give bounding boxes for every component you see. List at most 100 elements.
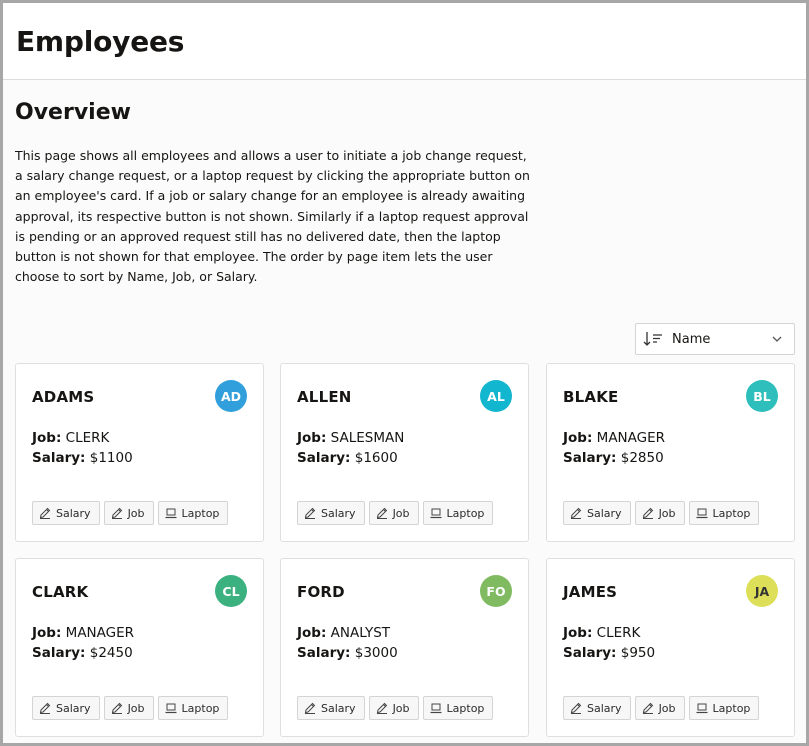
employee-card: JAMES JA Job: CLERK Salary: $950 Salary … [546, 558, 795, 737]
order-by-select[interactable]: Name [635, 323, 795, 355]
salary-value: $2850 [620, 450, 664, 466]
overview-description: This page shows all employees and allows… [15, 148, 530, 285]
laptop-icon [165, 508, 177, 519]
salary-button[interactable]: Salary [297, 501, 365, 525]
job-button[interactable]: Job [368, 501, 419, 525]
edit-icon [39, 702, 51, 714]
edit-icon [111, 702, 122, 714]
employee-name: FORD [297, 583, 345, 601]
job-label: Job: [563, 625, 593, 641]
employee-avatar: FO [480, 575, 512, 607]
job-button-label: Job [392, 506, 410, 520]
page-header: Employees [3, 3, 806, 80]
salary-label: Salary: [563, 645, 617, 661]
salary-label: Salary: [32, 645, 86, 661]
job-button[interactable]: Job [634, 696, 685, 720]
salary-button[interactable]: Salary [297, 696, 365, 720]
employee-salary: Salary: $3000 [297, 645, 398, 661]
salary-button-label: Salary [321, 506, 356, 520]
job-button[interactable]: Job [103, 501, 154, 525]
laptop-button[interactable]: Laptop [422, 696, 494, 720]
employee-avatar: AD [215, 380, 247, 412]
job-value: ANALYST [330, 625, 391, 641]
salary-value: $1600 [354, 450, 398, 466]
employee-card: ADAMS AD Job: CLERK Salary: $1100 Salary… [15, 363, 264, 542]
employee-name: BLAKE [563, 388, 619, 406]
laptop-icon [430, 703, 442, 714]
salary-button[interactable]: Salary [563, 501, 631, 525]
job-button[interactable]: Job [103, 696, 154, 720]
job-button[interactable]: Job [368, 696, 419, 720]
employee-card: FORD FO Job: ANALYST Salary: $3000 Salar… [280, 558, 529, 737]
employee-name: CLARK [32, 583, 89, 601]
laptop-button-label: Laptop [712, 506, 751, 520]
employee-name: JAMES [563, 583, 618, 601]
salary-button[interactable]: Salary [563, 696, 631, 720]
employee-avatar: BL [746, 380, 778, 412]
job-label: Job: [297, 430, 327, 446]
laptop-button[interactable]: Laptop [422, 501, 494, 525]
employee-salary: Salary: $1100 [32, 450, 133, 466]
laptop-button[interactable]: Laptop [157, 696, 229, 720]
salary-value: $2450 [89, 645, 133, 661]
employee-job: Job: CLERK [563, 625, 640, 641]
laptop-button-label: Laptop [181, 701, 220, 715]
employee-name: ALLEN [297, 388, 352, 406]
edit-icon [39, 507, 51, 519]
employee-salary: Salary: $1600 [297, 450, 398, 466]
laptop-button-label: Laptop [181, 506, 220, 520]
order-by-value: Name [672, 331, 711, 347]
employee-name: ADAMS [32, 388, 95, 406]
edit-icon [642, 507, 653, 519]
job-label: Job: [297, 625, 327, 641]
job-value: SALESMAN [330, 430, 405, 446]
salary-label: Salary: [297, 450, 351, 466]
employee-avatar: JA [746, 575, 778, 607]
salary-label: Salary: [297, 645, 351, 661]
job-value: CLERK [65, 430, 110, 446]
employee-avatar: AL [480, 380, 512, 412]
edit-icon [304, 507, 316, 519]
job-button-label: Job [127, 701, 145, 715]
laptop-icon [430, 508, 442, 519]
salary-button-label: Salary [56, 701, 91, 715]
employee-card: ALLEN AL Job: SALESMAN Salary: $1600 Sal… [280, 363, 529, 542]
salary-label: Salary: [563, 450, 617, 466]
employee-card: BLAKE BL Job: MANAGER Salary: $2850 Sala… [546, 363, 795, 542]
employee-job: Job: MANAGER [32, 625, 134, 641]
employee-salary: Salary: $2450 [32, 645, 133, 661]
laptop-button[interactable]: Laptop [688, 696, 760, 720]
salary-label: Salary: [32, 450, 86, 466]
card-actions: Salary Job Laptop [32, 501, 229, 525]
employee-avatar: CL [215, 575, 247, 607]
salary-button-label: Salary [587, 701, 622, 715]
salary-button[interactable]: Salary [32, 696, 100, 720]
job-label: Job: [32, 625, 62, 641]
salary-value: $1100 [89, 450, 133, 466]
card-actions: Salary Job Laptop [563, 696, 760, 720]
employee-salary: Salary: $950 [563, 645, 655, 661]
edit-icon [111, 507, 122, 519]
employee-salary: Salary: $2850 [563, 450, 664, 466]
page-title: Employees [16, 25, 185, 58]
job-value: MANAGER [65, 625, 135, 641]
chevron-down-icon [772, 336, 782, 342]
job-value: CLERK [596, 625, 641, 641]
job-button[interactable]: Job [634, 501, 685, 525]
laptop-icon [696, 703, 708, 714]
employee-job: Job: ANALYST [297, 625, 390, 641]
laptop-button[interactable]: Laptop [688, 501, 760, 525]
salary-button[interactable]: Salary [32, 501, 100, 525]
edit-icon [376, 507, 387, 519]
salary-value: $3000 [354, 645, 398, 661]
employee-job: Job: SALESMAN [297, 430, 404, 446]
laptop-icon [165, 703, 177, 714]
job-button-label: Job [658, 701, 676, 715]
laptop-button[interactable]: Laptop [157, 501, 229, 525]
employee-job: Job: MANAGER [563, 430, 665, 446]
job-button-label: Job [392, 701, 410, 715]
job-label: Job: [563, 430, 593, 446]
job-value: MANAGER [596, 430, 666, 446]
job-label: Job: [32, 430, 62, 446]
edit-icon [570, 507, 582, 519]
